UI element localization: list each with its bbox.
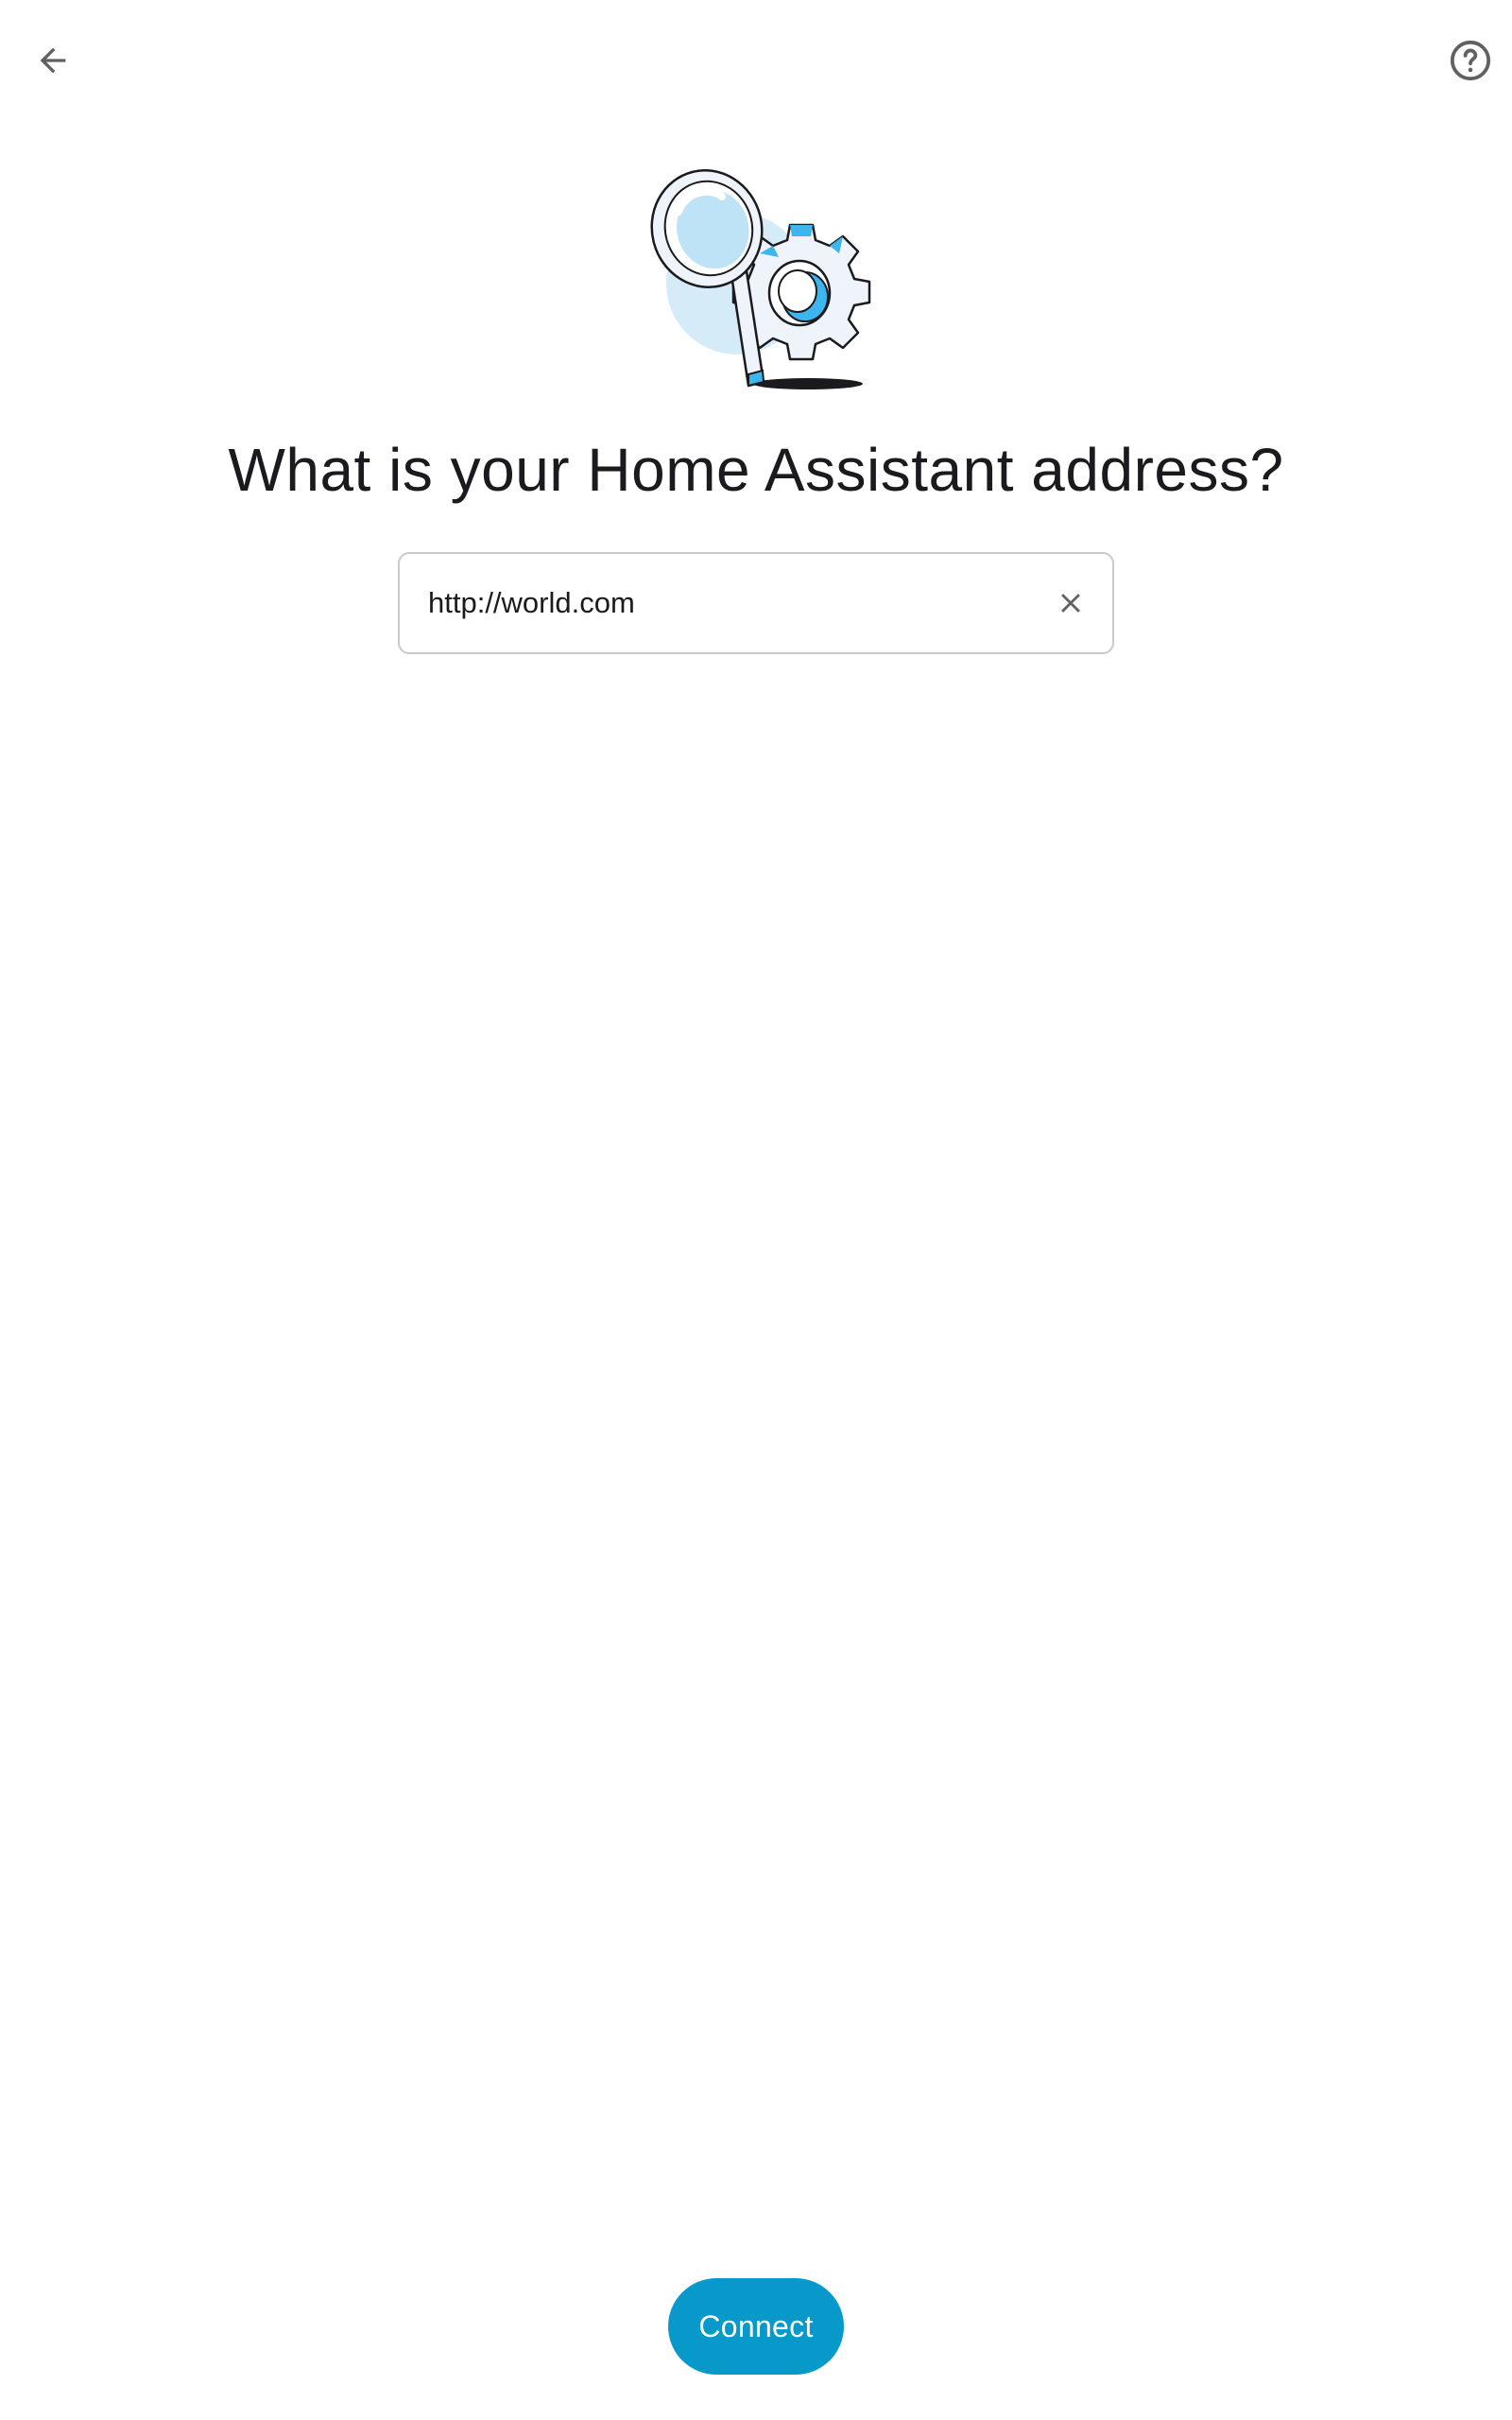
clear-button[interactable] — [1029, 554, 1112, 652]
address-input[interactable] — [400, 554, 1029, 652]
page-title: What is your Home Assistant address? — [228, 436, 1284, 504]
connect-button[interactable]: Connect — [668, 2278, 844, 2375]
magnifier-gear-illustration — [643, 161, 888, 397]
address-field[interactable] — [398, 552, 1114, 654]
help-circle-icon — [1450, 40, 1491, 81]
back-button[interactable] — [23, 30, 83, 91]
close-icon — [1061, 594, 1080, 613]
arrow-left-icon — [40, 47, 66, 74]
help-button[interactable] — [1440, 30, 1501, 91]
